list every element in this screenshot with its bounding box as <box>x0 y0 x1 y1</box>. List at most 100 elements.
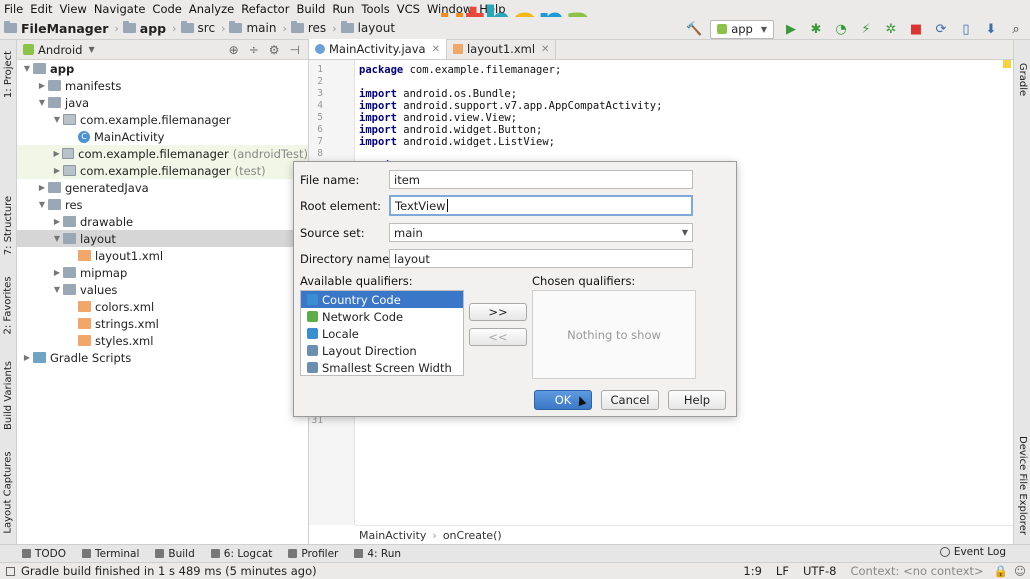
sdk-manager-icon[interactable]: ⬇ <box>983 21 999 37</box>
tree-item[interactable]: ▶ manifests <box>17 77 308 94</box>
menu-refactor[interactable]: Refactor <box>241 2 289 16</box>
qualifier-item[interactable]: Layout Direction <box>301 342 463 359</box>
breadcrumb-app[interactable]: app <box>122 21 166 36</box>
expanded-arrow-icon[interactable]: ▼ <box>51 115 63 124</box>
line-separator[interactable]: LF <box>776 564 789 578</box>
gear-icon[interactable]: ⚙ <box>269 43 280 57</box>
tab-layout-captures[interactable]: Layout Captures <box>0 445 17 540</box>
menu-edit[interactable]: Edit <box>30 2 52 16</box>
chevron-down-icon[interactable]: ▼ <box>88 45 94 54</box>
bottom-tab-6-logcat[interactable]: 6: Logcat <box>210 548 272 560</box>
menu-file[interactable]: File <box>4 2 23 16</box>
tree-item[interactable]: ▶ com.example.filemanager (test) <box>17 162 308 179</box>
tab-build-variants[interactable]: Build Variants <box>0 350 17 440</box>
tree-item[interactable]: layout1.xml <box>17 247 308 264</box>
qualifier-item[interactable]: Smallest Screen Width <box>301 359 463 376</box>
collapsed-arrow-icon[interactable]: ▶ <box>36 81 48 90</box>
tree-item[interactable]: styles.xml <box>17 332 308 349</box>
apply-changes-icon[interactable]: ⚡ <box>858 21 874 37</box>
caret-position[interactable]: 1:9 <box>743 564 762 578</box>
qualifier-item[interactable]: Country Code <box>301 291 463 308</box>
scroll-from-source-icon[interactable]: ⊕ <box>229 43 239 57</box>
bottom-tab-4-run[interactable]: 4: Run <box>354 548 401 560</box>
breadcrumb-main[interactable]: main <box>229 21 276 35</box>
file-name-input[interactable]: item <box>389 170 693 189</box>
expanded-arrow-icon[interactable]: ▼ <box>21 64 33 73</box>
cancel-button[interactable]: Cancel <box>601 390 659 410</box>
menu-tools[interactable]: Tools <box>361 2 389 16</box>
tab-layout1-xml[interactable]: layout1.xml ✕ <box>447 39 557 59</box>
tree-item[interactable]: ▶ mipmap <box>17 264 308 281</box>
expanded-arrow-icon[interactable]: ▼ <box>36 200 48 209</box>
tree-item[interactable]: strings.xml <box>17 315 308 332</box>
lock-icon[interactable]: 🔒 <box>994 564 1008 578</box>
project-view-selector[interactable]: Android <box>38 43 82 57</box>
file-encoding[interactable]: UTF-8 <box>803 564 837 578</box>
menu-run[interactable]: Run <box>332 2 354 16</box>
tree-item[interactable]: ▶ com.example.filemanager (androidTest) <box>17 145 308 162</box>
tree-item[interactable]: ▼ values <box>17 281 308 298</box>
remove-qualifier-button[interactable]: << <box>469 328 527 346</box>
close-icon[interactable]: ✕ <box>432 44 440 55</box>
tab-mainactivity-java[interactable]: MainActivity.java ✕ <box>309 39 447 59</box>
tree-item[interactable]: ▼ java <box>17 94 308 111</box>
expanded-arrow-icon[interactable]: ▼ <box>51 234 63 243</box>
hide-panel-icon[interactable]: ⊣ <box>290 43 300 57</box>
tree-item[interactable]: ▼ res <box>17 196 308 213</box>
collapsed-arrow-icon[interactable]: ▶ <box>51 149 62 158</box>
menu-build[interactable]: Build <box>296 2 325 16</box>
breadcrumb-layout[interactable]: layout <box>340 21 395 35</box>
stop-icon[interactable]: ■ <box>908 21 924 37</box>
tree-item[interactable]: ▼ com.example.filemanager <box>17 111 308 128</box>
help-button[interactable]: Help <box>668 390 726 410</box>
menu-view[interactable]: View <box>60 2 87 16</box>
tree-item[interactable]: colors.xml <box>17 298 308 315</box>
status-message[interactable]: Gradle build finished in 1 s 489 ms (5 m… <box>21 564 317 578</box>
qualifier-item[interactable]: Network Code <box>301 308 463 325</box>
collapse-all-icon[interactable]: ÷ <box>249 43 259 57</box>
tree-item[interactable]: ▼ app <box>17 60 308 77</box>
tree-item[interactable]: C MainActivity <box>17 128 308 145</box>
tab-project[interactable]: 1: Project <box>0 44 17 104</box>
debug-icon[interactable]: ✱ <box>808 21 824 37</box>
tab-structure[interactable]: 7: Structure <box>0 180 17 270</box>
search-icon[interactable]: ⌕ <box>1008 21 1024 37</box>
breadcrumb-res[interactable]: res <box>290 21 326 35</box>
collapsed-arrow-icon[interactable]: ▶ <box>51 268 63 277</box>
run-config-select[interactable]: app ▼ <box>710 19 774 39</box>
collapsed-arrow-icon[interactable]: ▶ <box>51 217 63 226</box>
context-indicator[interactable]: Context: <no context> <box>850 564 983 578</box>
tab-gradle[interactable]: Gradle <box>1014 54 1030 104</box>
avd-manager-icon[interactable]: ▯ <box>958 21 974 37</box>
hammer-icon[interactable]: 🔨 <box>686 21 702 37</box>
tab-device-file-explorer[interactable]: Device File Explorer <box>1014 430 1030 540</box>
breadcrumb-class[interactable]: MainActivity <box>359 529 426 542</box>
profile-icon[interactable]: ◔ <box>833 21 849 37</box>
tree-item[interactable]: ▼ layout <box>17 230 308 247</box>
menu-code[interactable]: Code <box>152 2 181 16</box>
tree-item[interactable]: ▶ generatedJava <box>17 179 308 196</box>
menu-vcs[interactable]: VCS <box>397 2 420 16</box>
attach-debugger-icon[interactable]: ✲ <box>883 21 899 37</box>
qualifier-item[interactable]: Locale <box>301 325 463 342</box>
event-log-tab[interactable]: Event Log <box>939 546 1006 558</box>
tool-windows-icon[interactable] <box>6 566 15 576</box>
directory-name-input[interactable]: layout <box>389 249 693 268</box>
tab-favorites[interactable]: 2: Favorites <box>0 265 17 345</box>
inspection-status-icon[interactable] <box>1003 60 1011 68</box>
run-icon[interactable]: ▶ <box>783 21 799 37</box>
tree-item[interactable]: ▶ drawable <box>17 213 308 230</box>
expanded-arrow-icon[interactable]: ▼ <box>51 285 63 294</box>
menu-analyze[interactable]: Analyze <box>189 2 234 16</box>
collapsed-arrow-icon[interactable]: ▶ <box>51 166 63 175</box>
breadcrumb-method[interactable]: onCreate() <box>443 529 502 542</box>
bottom-tab-build[interactable]: Build <box>155 548 195 560</box>
root-element-input[interactable]: TextView <box>389 195 693 216</box>
source-set-select[interactable]: main ▼ <box>389 223 693 242</box>
expanded-arrow-icon[interactable]: ▼ <box>36 98 48 107</box>
tree-item[interactable]: ▶ Gradle Scripts <box>17 349 308 366</box>
collapsed-arrow-icon[interactable]: ▶ <box>36 183 48 192</box>
add-qualifier-button[interactable]: >> <box>469 303 527 321</box>
breadcrumb-src[interactable]: src <box>180 21 215 35</box>
bottom-tab-todo[interactable]: TODO <box>22 548 66 560</box>
